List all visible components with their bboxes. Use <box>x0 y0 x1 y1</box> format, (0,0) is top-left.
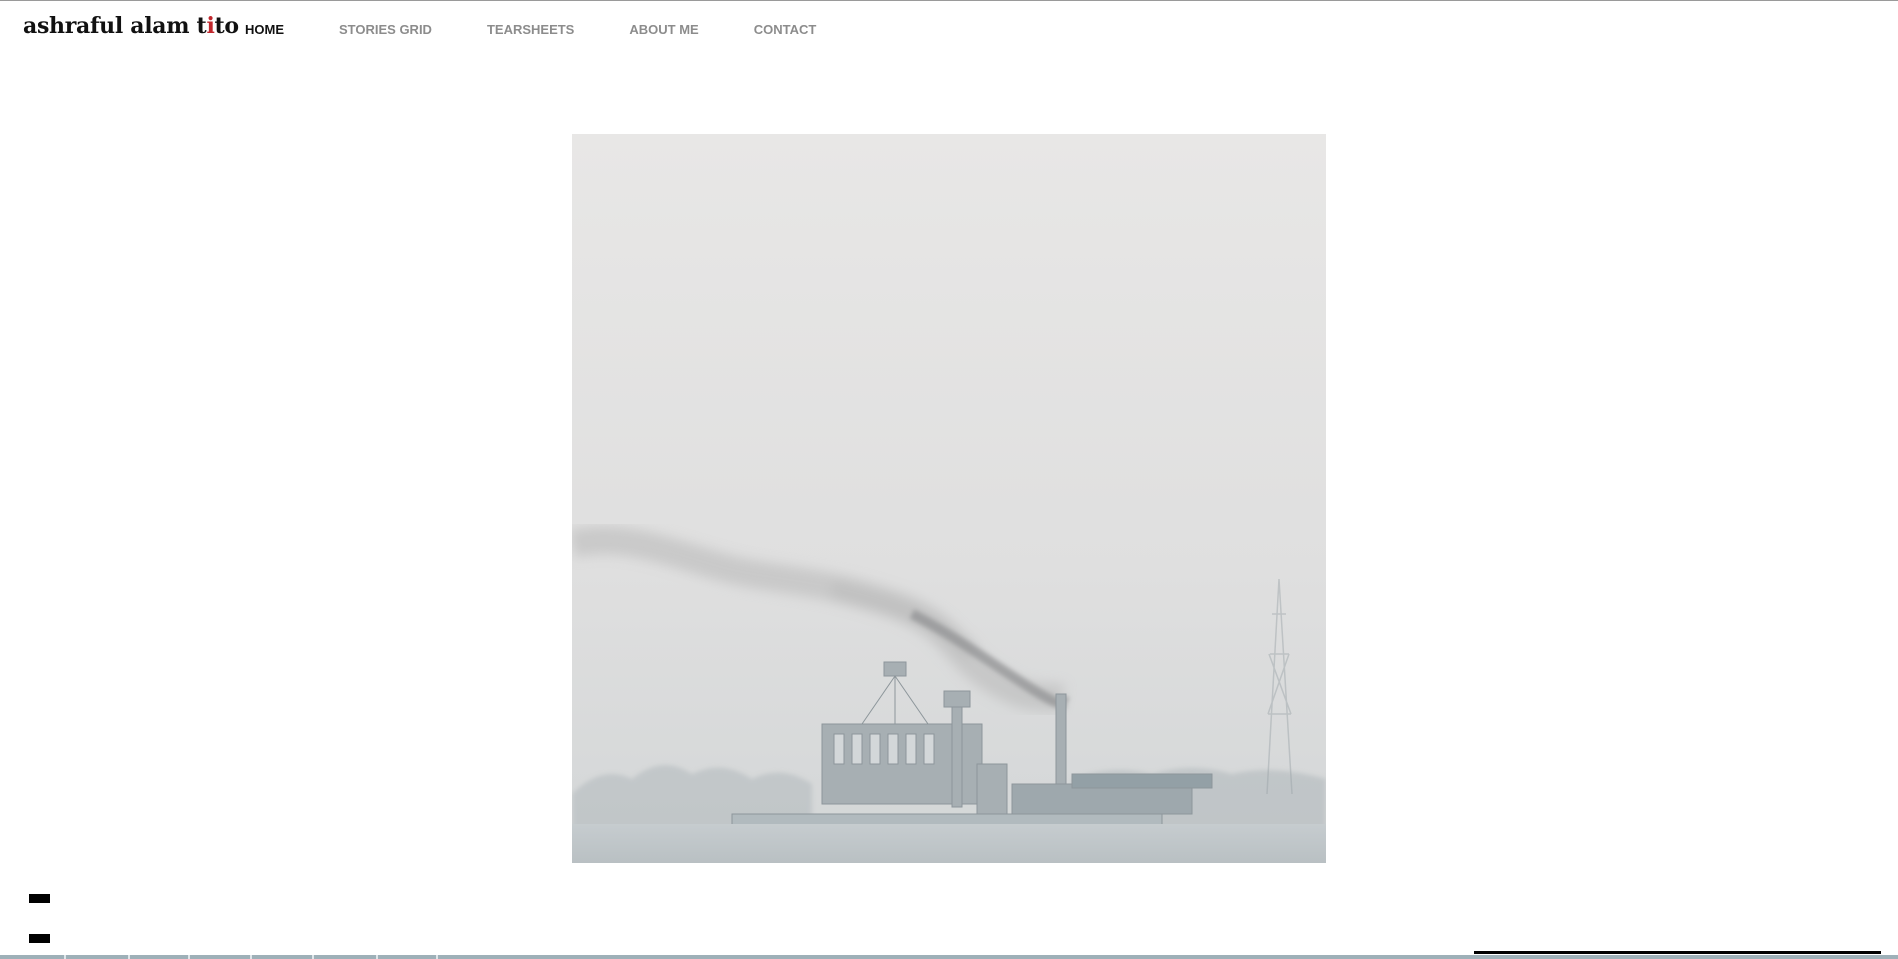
nav-contact[interactable]: CONTACT <box>754 22 817 37</box>
site-header: ashraful alam tito HOME STORIES GRID TEA… <box>0 1 1898 57</box>
strip-divider <box>128 955 130 959</box>
nav-stories-grid[interactable]: STORIES GRID <box>339 22 432 37</box>
logo-text-part2: to <box>214 13 240 39</box>
strip-divider <box>436 955 438 959</box>
slide-control-icon[interactable] <box>29 894 50 903</box>
logo-text-accent: i <box>206 13 215 39</box>
logo-text-part1: ashraful alam t <box>23 13 207 39</box>
strip-divider <box>312 955 314 959</box>
slide-control-icon[interactable] <box>29 934 50 943</box>
strip-divider <box>188 955 190 959</box>
bottom-strip <box>0 955 1898 959</box>
strip-divider <box>376 955 378 959</box>
nav-about-me[interactable]: ABOUT ME <box>629 22 698 37</box>
strip-divider <box>250 955 252 959</box>
site-logo[interactable]: ashraful alam tito <box>23 11 239 41</box>
nav-tearsheets[interactable]: TEARSHEETS <box>487 22 574 37</box>
nav-home[interactable]: HOME <box>245 22 284 37</box>
page: ashraful alam tito HOME STORIES GRID TEA… <box>0 0 1898 959</box>
hero-photo[interactable] <box>572 134 1326 863</box>
factory-image <box>572 134 1326 863</box>
strip-divider <box>64 955 66 959</box>
progress-line <box>1474 951 1881 954</box>
main-nav: HOME STORIES GRID TEARSHEETS ABOUT ME CO… <box>245 22 871 37</box>
